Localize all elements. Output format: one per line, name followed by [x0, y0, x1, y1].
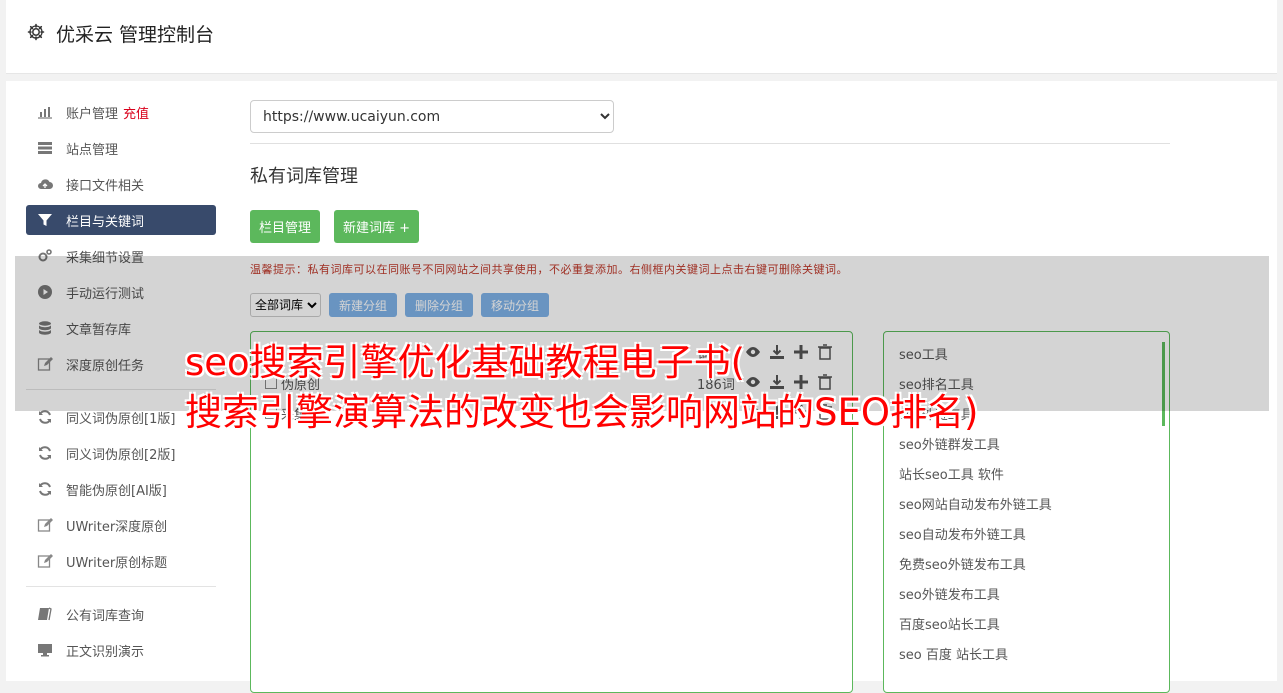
overlay-caption-line2: 搜索引擎演算法的改变也会影响网站的SEO排名) [185, 391, 979, 434]
keyword-item[interactable]: 免费seo外链发布工具 [884, 551, 1169, 581]
monitor-icon [36, 642, 54, 658]
edit-icon [36, 517, 54, 533]
keyword-item[interactable]: 站长seo工具 软件 [884, 461, 1169, 491]
top-header: 优采云 管理控制台 [6, 0, 1277, 74]
refresh-icon [36, 445, 54, 461]
keyword-item[interactable]: seo自动发布外链工具 [884, 521, 1169, 551]
sidebar-item-label: 账户管理 [66, 106, 119, 122]
app-title: 优采云 管理控制台 [56, 24, 215, 46]
gear-icon [26, 22, 46, 42]
action-buttons: 栏目管理 新建词库 + [250, 210, 1170, 243]
sidebar-item-uwriter-deep[interactable]: UWriter深度原创 [26, 510, 216, 540]
sidebar-item-label: 接口文件相关 [66, 178, 145, 194]
sidebar-item-interface-files[interactable]: 接口文件相关 [26, 169, 216, 199]
recharge-link[interactable]: 充值 [123, 103, 149, 122]
sidebar-item-synonym-v2[interactable]: 同义词伪原创[2版] [26, 438, 216, 468]
sidebar-item-label: 栏目与关键词 [66, 214, 145, 230]
sidebar-item-public-library[interactable]: 公有词库查询 [26, 599, 216, 629]
sidebar-item-uwriter-title[interactable]: UWriter原创标题 [26, 546, 216, 576]
new-library-button[interactable]: 新建词库 + [334, 210, 420, 243]
edit-icon [36, 553, 54, 569]
sidebar-item-label: 站点管理 [66, 142, 119, 158]
sidebar-item-text-recognition[interactable]: 正文识别演示 [26, 635, 216, 665]
section-title: 私有词库管理 [250, 166, 358, 187]
cloud-upload-icon [36, 176, 54, 192]
book-icon [36, 606, 54, 622]
divider [250, 143, 1170, 144]
sidebar-item-account[interactable]: 账户管理 充值 [26, 97, 216, 127]
sidebar-item-label: 智能伪原创[AI版] [66, 483, 167, 499]
sidebar-item-label: UWriter原创标题 [66, 555, 168, 571]
refresh-icon [36, 481, 54, 497]
sidebar-divider [26, 586, 216, 587]
overlay-caption-line1: seo搜索引擎优化基础教程电子书( [185, 341, 746, 384]
column-manage-button[interactable]: 栏目管理 [250, 210, 321, 243]
sidebar-item-label: 同义词伪原创[2版] [66, 447, 176, 463]
sidebar-item-label: 正文识别演示 [66, 644, 145, 660]
site-select[interactable]: https://www.ucaiyun.com [250, 100, 614, 133]
overlay-caption: seo搜索引擎优化基础教程电子书( 搜索引擎演算法的改变也会影响网站的SEO排名… [185, 338, 1185, 438]
keyword-item[interactable]: 百度seo站长工具 [884, 611, 1169, 641]
sidebar-item-sites[interactable]: 站点管理 [26, 133, 216, 163]
keyword-item[interactable]: seo网站自动发布外链工具 [884, 491, 1169, 521]
sidebar-item-columns-keywords[interactable]: 栏目与关键词 [26, 205, 216, 235]
filter-icon [36, 212, 54, 228]
sidebar-item-label: 公有词库查询 [66, 608, 145, 624]
server-icon [36, 140, 54, 156]
keyword-item[interactable]: seo外链发布工具 [884, 581, 1169, 611]
sidebar-item-ai-rewrite[interactable]: 智能伪原创[AI版] [26, 474, 216, 504]
bar-chart-icon [36, 104, 54, 120]
refresh-icon [36, 409, 54, 425]
sidebar-item-label: UWriter深度原创 [66, 519, 168, 535]
